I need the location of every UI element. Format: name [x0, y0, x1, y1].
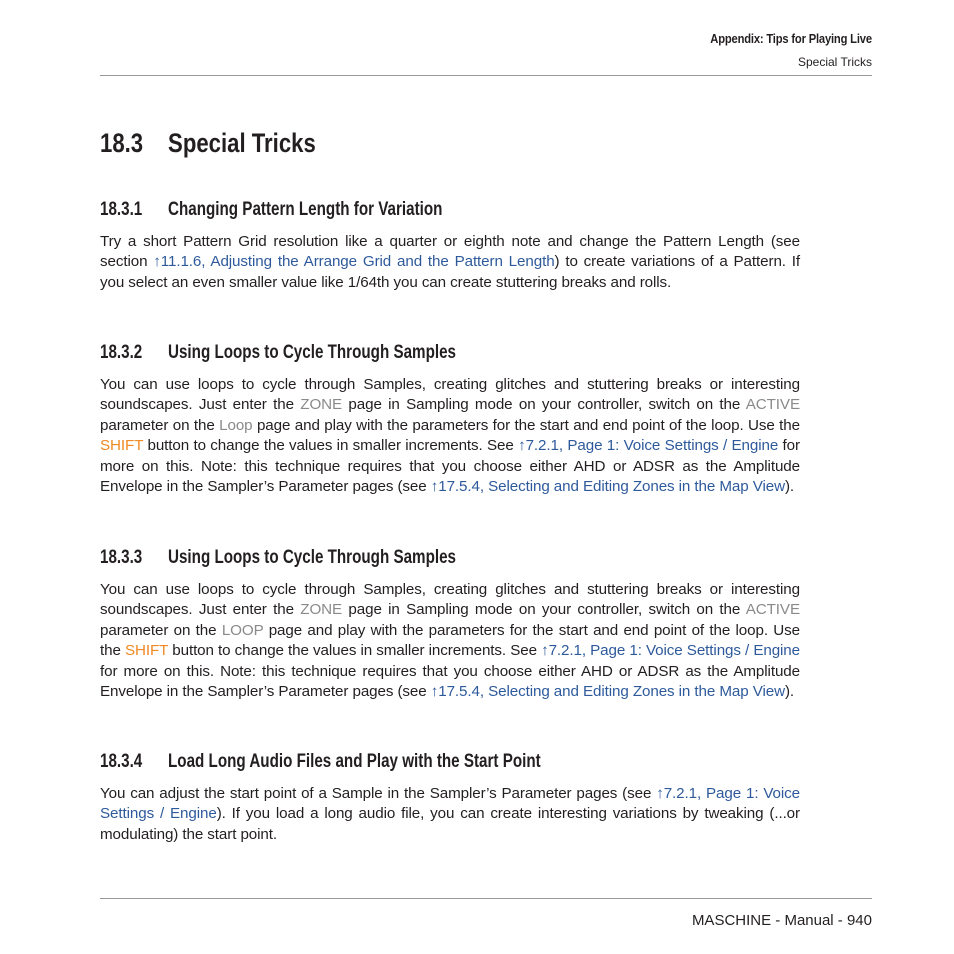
subsection-number: 18.3.3 [100, 547, 143, 568]
subsection-heading-1: 18.3.1 Changing Pattern Length for Variat… [100, 199, 442, 221]
text: page and play with the parameters for th… [252, 416, 800, 434]
section-number: 18.3 [100, 128, 144, 158]
text: ). [784, 478, 795, 496]
subsection-heading-4: 18.3.4 Load Long Audio Files and Play wit… [100, 751, 541, 773]
running-header-section: Special Tricks [797, 55, 872, 69]
subsection-number: 18.3.4 [100, 751, 143, 772]
subsection-heading-2: 18.3.2 Using Loops to Cycle Through Sampl… [100, 342, 456, 364]
text: button to change the values in smaller i… [168, 642, 542, 660]
param-loop: LOOP [221, 621, 264, 639]
text: button to change the values in smaller i… [143, 437, 519, 455]
subsection-title: Load Long Audio Files and Play with the … [168, 751, 541, 772]
section-heading: 18.3 Special Tricks [100, 128, 316, 159]
page-footer: MASCHINE - Manual - 940 [691, 912, 872, 929]
button-shift: SHIFT [100, 437, 144, 455]
cross-ref-link[interactable]: ↑7.2.1, Page 1: Voice Settings / Engine [518, 437, 778, 454]
param-active: ACTIVE [745, 396, 800, 414]
subsection-number: 18.3.2 [100, 342, 143, 363]
cross-ref-link[interactable]: ↑11.1.6, Adjusting the Arrange Grid and … [153, 253, 554, 270]
paragraph-2: You can use loops to cycle through Sampl… [100, 375, 800, 497]
text: parameter on the [100, 416, 220, 434]
cross-ref-link[interactable]: ↑17.5.4, Selecting and Editing Zones in … [431, 478, 785, 495]
text: parameter on the [100, 621, 222, 639]
running-header-chapter: Appendix: Tips for Playing Live [710, 31, 872, 46]
subsection-title: Using Loops to Cycle Through Samples [168, 342, 456, 363]
param-zone: ZONE [300, 601, 343, 619]
footer-divider [100, 898, 872, 899]
paragraph-1: Try a short Pattern Grid resolution like… [100, 232, 800, 293]
subsection-number: 18.3.1 [100, 199, 143, 220]
button-shift: SHIFT [124, 642, 169, 660]
cross-ref-link[interactable]: ↑7.2.1, Page 1: Voice Settings / Engine [541, 642, 800, 659]
param-zone: ZONE [300, 396, 343, 414]
text: You can adjust the start point of a Samp… [100, 785, 657, 802]
paragraph-3: You can use loops to cycle through Sampl… [100, 580, 800, 702]
header-divider [100, 75, 872, 76]
param-loop: Loop [219, 416, 253, 434]
text: page in Sampling mode on your controller… [342, 601, 746, 619]
cross-ref-link[interactable]: ↑17.5.4, Selecting and Editing Zones in … [431, 683, 785, 700]
subsection-title: Changing Pattern Length for Variation [168, 199, 443, 220]
text: page in Sampling mode on your controller… [342, 396, 746, 414]
paragraph-4: You can adjust the start point of a Samp… [100, 784, 800, 845]
subsection-title: Using Loops to Cycle Through Samples [168, 547, 456, 568]
subsection-heading-3: 18.3.3 Using Loops to Cycle Through Sampl… [100, 547, 456, 569]
text: ). [784, 683, 795, 701]
param-active: ACTIVE [745, 601, 800, 619]
section-title: Special Tricks [168, 128, 316, 158]
